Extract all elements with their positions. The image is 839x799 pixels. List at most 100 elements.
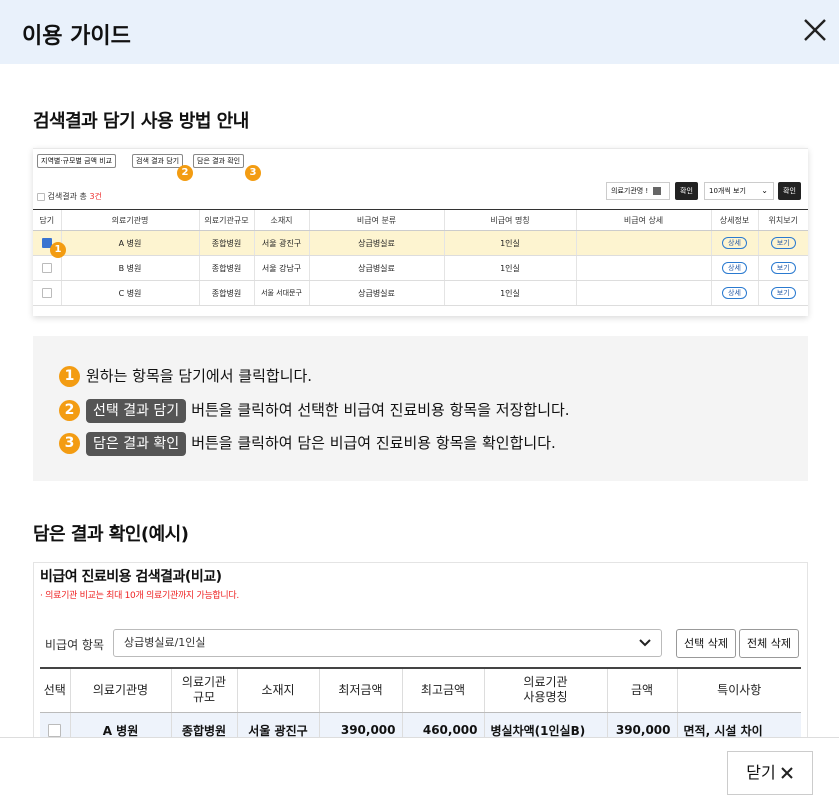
button-chip: 선택 결과 담기 [86,398,187,423]
step-text: 버튼을 클릭하여 선택한 비급여 진료비용 항목을 저장합니다. [191,401,570,419]
filter-select: 의료기관명 ! [606,182,670,200]
dialog-header: 이용 가이드 [0,0,839,64]
step-number-badge: 2 [59,400,80,421]
item-filter-select: 상급병실료/1인실 [113,629,662,657]
column-header: 위치보기 [757,209,808,231]
cell-name: C 병원 [60,280,199,306]
column-header: 소재지 [253,209,309,231]
compare-note: · 의료기관 비교는 최대 10개 의료기관까지 가능합니다. [40,591,239,601]
close-button-label: 닫기 [746,763,776,782]
save-results-button: 검색 결과 담기 [132,154,184,168]
cell-min-price: 390,000 [318,712,402,737]
detail-button: 상세 [722,287,747,299]
cell-name: B 병원 [60,255,199,281]
column-header: 비급여 분류 [308,209,444,231]
table-header-row: 담기 의료기관명 의료기관규모 소재지 비급여 분류 비급여 명칭 비급여 상세… [33,209,808,231]
chevron-down-icon: ⌄ [761,186,768,195]
example-screenshot-compare: 비급여 진료비용 검색결과(비교) · 의료기관 비교는 최대 10개 의료기관… [33,562,808,738]
cell-note: 면적, 시설 차이 [676,712,801,737]
row-checkbox [48,724,62,737]
item-filter-label: 비급여 항목 [45,638,105,652]
cell-price: 390,000 [606,712,677,737]
footer-divider [0,737,839,738]
cell-name: A 병원 [69,712,171,737]
map-button: 보기 [770,262,796,274]
cell-max-price: 460,000 [401,712,484,737]
table-row: C 병원 종합병원 서울 서대문구 상급병실료 1인실 상세 보기 [33,280,808,306]
delete-selected-button: 선택 삭제 [676,629,736,658]
select-all-checkbox [37,192,45,201]
column-header: 특이사항 [676,667,801,713]
page-size-select: 10개씩 보기 ⌄ [704,182,774,200]
column-header: 최저금액 [318,667,402,713]
step-number-badge: 1 [59,366,80,387]
step-text: 원하는 항목을 담기에서 클릭합니다. [86,367,313,385]
dialog-title: 이용 가이드 [22,24,131,49]
delete-all-button: 전체 삭제 [739,629,799,658]
table-row: B 병원 종합병원 서울 강남구 상급병실료 1인실 상세 보기 [33,255,808,281]
step-text: 버튼을 클릭하여 담은 비급여 진료비용 항목을 확인합니다. [191,434,556,452]
column-header: 의료기관 규모 [170,667,237,713]
cell-size: 종합병원 [198,280,254,306]
table-row: A 병원 종합병원 서울 광진구 390,000 460,000 병실차액(1인… [40,712,801,737]
column-header: 비급여 명칭 [443,209,576,231]
close-button[interactable]: 닫기 [727,751,813,795]
cell-size: 종합병원 [170,712,237,737]
cell-item: 1인실 [443,280,576,306]
cell-detail [575,255,711,281]
close-icon [781,767,793,779]
column-header: 의료기관명 [69,667,171,713]
chevron-down-icon [639,639,651,647]
example-screenshot-search: 지역별·규모별 금액 비교 검색 결과 담기 담은 결과 확인 2 3 검색결과… [33,148,808,316]
cell-category: 상급병실료 [308,255,444,281]
instruction-box: 1 원하는 항목을 담기에서 클릭합니다. 2 선택 결과 담기 버튼을 클릭하여 선… [33,336,808,481]
cell-address: 서울 서대문구 [253,280,309,306]
cell-address: 서울 광진구 [236,712,319,737]
view-saved-button: 담은 결과 확인 [193,154,245,168]
table-row: 1 A 병원 종합병원 서울 광진구 상급병실료 1인실 상세 보기 [33,230,808,258]
row-checkbox [41,263,52,273]
compare-title: 비급여 진료비용 검색결과(비교) [40,569,222,585]
column-header: 담기 [33,209,61,231]
filter-icon [653,187,662,195]
result-count: 검색결과 총 3건 [37,191,102,202]
column-header: 선택 [40,667,70,713]
confirm-button: 확인 [675,182,698,200]
cell-size: 종합병원 [198,255,254,281]
step-badge-1: 1 [50,242,66,258]
search-result-table: 담기 의료기관명 의료기관규모 소재지 비급여 분류 비급여 명칭 비급여 상세… [33,209,808,306]
cell-category: 상급병실료 [308,280,444,306]
column-header: 금액 [606,667,677,713]
map-button: 보기 [770,287,796,299]
column-header: 의료기관명 [60,209,199,231]
detail-button: 상세 [722,262,747,274]
column-header: 최고금액 [401,667,484,713]
column-header: 소재지 [236,667,319,713]
cell-detail [575,230,711,256]
step-badge-2: 2 [177,165,193,181]
instruction-step-3: 3 담은 결과 확인 버튼을 클릭하여 담은 비급여 진료비용 항목을 확인합니다. [59,431,556,456]
instruction-step-2: 2 선택 결과 담기 버튼을 클릭하여 선택한 비급여 진료비용 항목을 저장합니다… [59,398,570,423]
column-header: 의료기관 사용명칭 [483,667,607,713]
cell-usage-name: 병실차액(1인실B) [483,712,607,737]
cell-address: 서울 광진구 [253,230,309,256]
cell-detail [575,280,711,306]
map-button: 보기 [770,237,796,249]
cell-item: 1인실 [443,255,576,281]
section-title-example: 담은 결과 확인(예시) [33,524,189,545]
column-header: 비급여 상세 [575,209,711,231]
detail-button: 상세 [722,237,747,249]
close-icon[interactable] [801,16,829,44]
button-chip: 담은 결과 확인 [86,431,187,456]
cell-item: 1인실 [443,230,576,256]
section-title-how-to: 검색결과 담기 사용 방법 안내 [33,111,249,132]
cell-size: 종합병원 [198,230,254,256]
step-number-badge: 3 [59,433,80,454]
step-badge-3: 3 [245,165,261,181]
column-header: 상세정보 [710,209,758,231]
cell-address: 서울 강남구 [253,255,309,281]
compare-button: 지역별·규모별 금액 비교 [37,154,117,168]
row-checkbox [41,288,52,298]
cell-category: 상급병실료 [308,230,444,256]
compare-result-table: 선택 의료기관명 의료기관 규모 소재지 최저금액 최고금액 의료기관 사용명칭… [40,667,801,737]
